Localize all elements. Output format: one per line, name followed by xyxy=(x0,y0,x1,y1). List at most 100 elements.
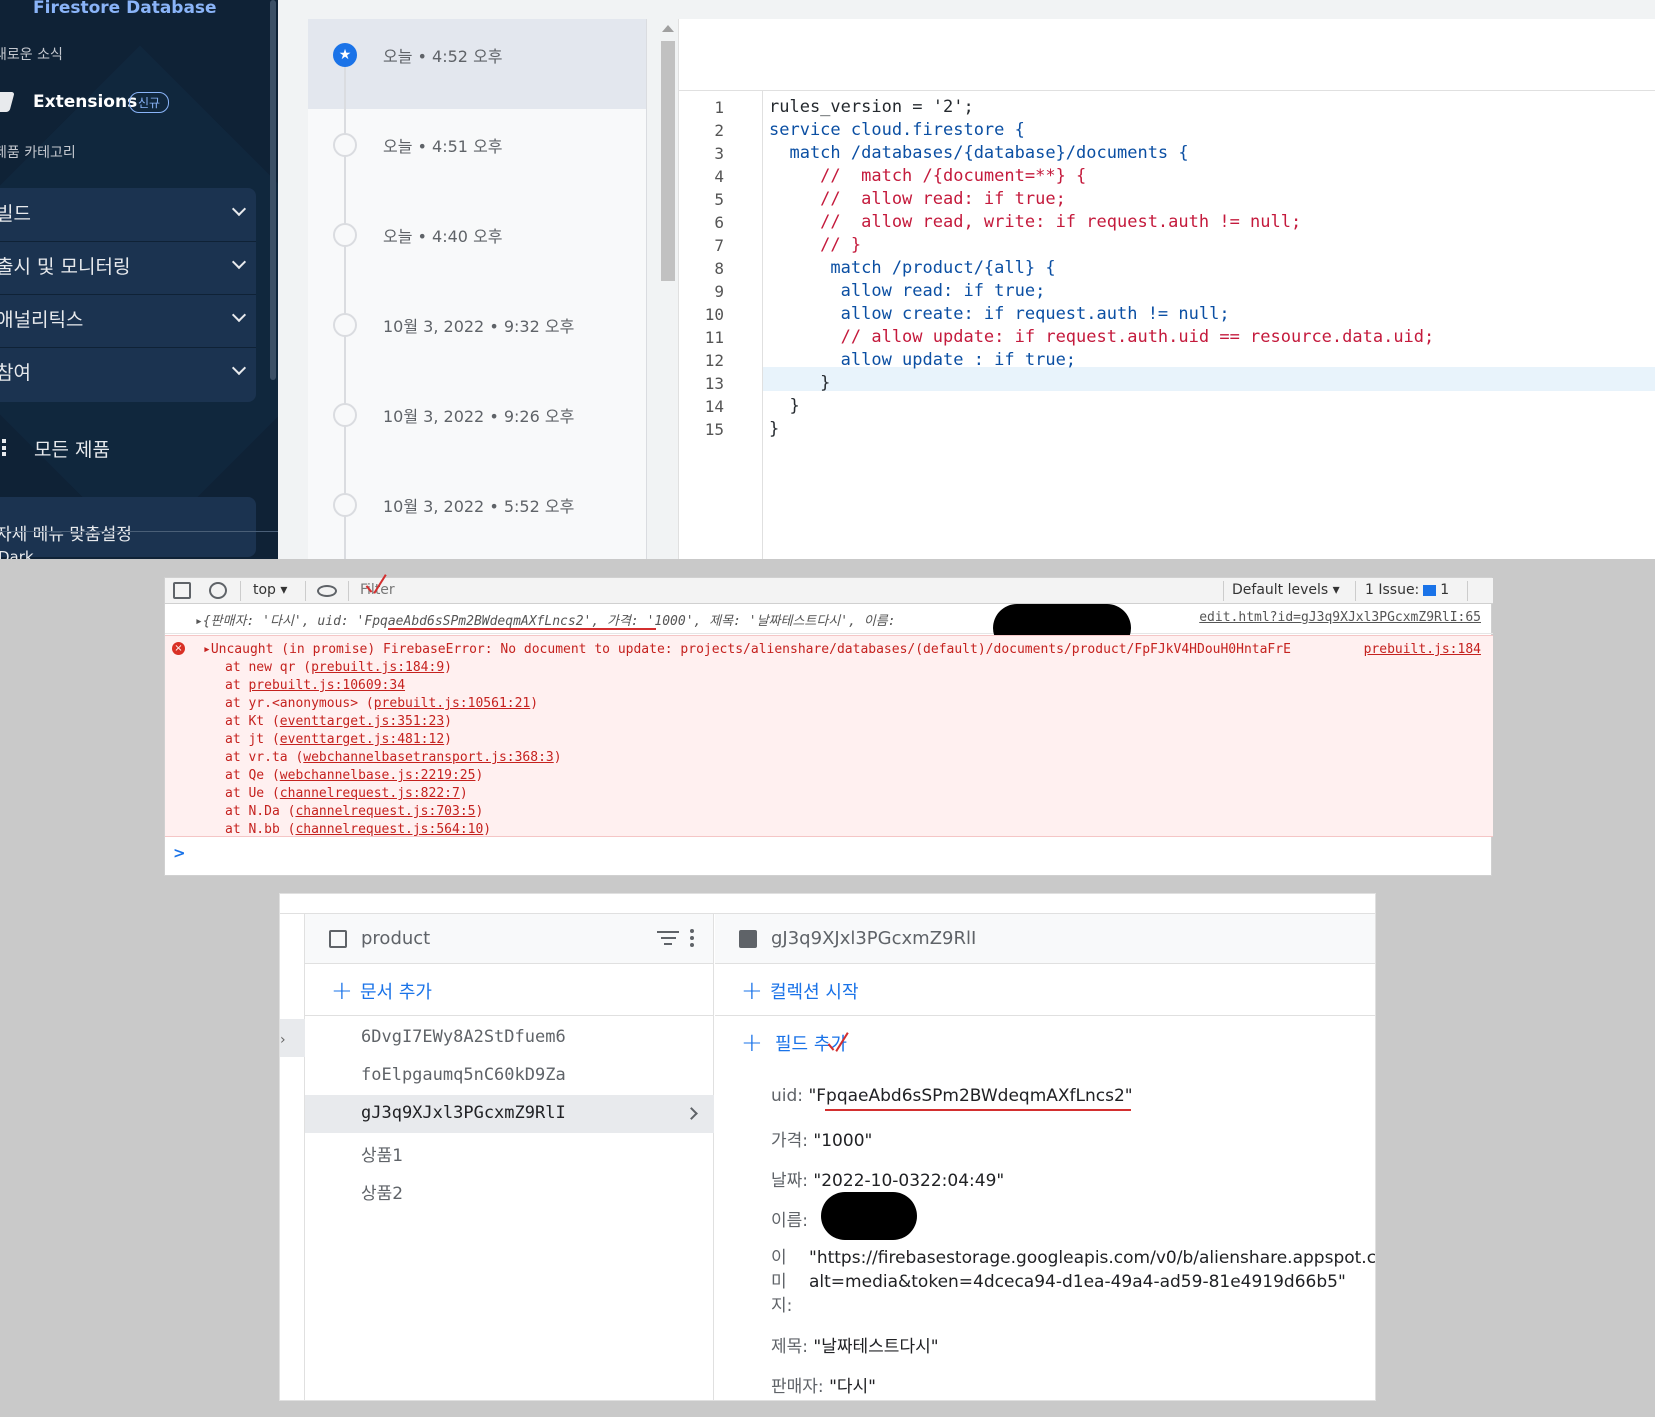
scroll-up-arrow-icon[interactable] xyxy=(662,25,674,32)
context-selector[interactable]: top ▾ xyxy=(253,582,287,598)
sidebar-scrollbar[interactable] xyxy=(270,0,276,380)
field-title[interactable]: 제목: "날짜테스트다시" xyxy=(771,1332,939,1357)
stack-fn: new qr xyxy=(248,660,296,675)
stack-location-link[interactable]: webchannelbase.js:2219:25 xyxy=(280,768,476,783)
section-label: 빌드 xyxy=(0,202,31,225)
field-uid[interactable]: uid: "FpqaeAbd6sSPm2BWdeqmAXfLncs2" xyxy=(771,1086,1133,1106)
puzzle-icon xyxy=(0,92,15,112)
line-number: 3 xyxy=(714,144,724,163)
plus-icon: + xyxy=(741,1028,763,1058)
history-item[interactable]: 10월 3, 2022 • 5:52 오후 xyxy=(308,481,638,559)
code-line: allow create: if request.auth != null; xyxy=(769,304,1230,324)
chevron-right-icon xyxy=(685,1107,698,1120)
document-list-item[interactable]: 상품2 xyxy=(305,1171,714,1209)
grid-icon xyxy=(0,439,10,457)
stack-location-link[interactable]: prebuilt.js:10561:21 xyxy=(374,696,531,711)
document-list-item[interactable]: 상품1 xyxy=(305,1133,714,1171)
sidebar-section-engage[interactable]: 참여 xyxy=(0,345,252,397)
document-list-item[interactable]: foElpgaumq5nC60kD9Za xyxy=(305,1057,714,1095)
issues-label: 1 Issue: xyxy=(1365,582,1420,598)
stack-fn: Ue xyxy=(248,786,265,801)
line-number: 8 xyxy=(714,259,724,278)
editor-toolbar xyxy=(679,19,1655,91)
collection-panel: product + 문서 추가 6DvgI7EWy8A2StDfuem6 foE… xyxy=(305,914,714,1400)
document-list-item[interactable]: 6DvgI7EWy8A2StDfuem6 xyxy=(305,1019,714,1057)
clear-console-icon[interactable] xyxy=(209,582,227,599)
stack-location-link[interactable]: eventtarget.js:351:23 xyxy=(280,714,444,729)
red-underline-annotation xyxy=(388,628,656,630)
chevron-right-icon: › xyxy=(280,1032,286,1048)
start-collection-button[interactable]: + 컬렉션 시작 xyxy=(715,964,1375,1016)
sidebar-all-products[interactable]: 모든 제품 xyxy=(34,435,110,462)
more-vert-icon[interactable] xyxy=(690,929,694,950)
sidebar-item-extensions[interactable]: Extensions xyxy=(33,92,137,112)
code-line: service cloud.firestore { xyxy=(769,120,1025,140)
field-name[interactable]: 이름: xyxy=(771,1206,808,1231)
stack-location-link[interactable]: channelrequest.js:703:5 xyxy=(295,804,475,819)
issues-button[interactable]: 1 Issue: 1 xyxy=(1365,582,1449,598)
sidebar-item-firestore[interactable]: Firestore Database xyxy=(33,0,217,18)
line-number: 15 xyxy=(704,420,724,439)
stack-location-link[interactable]: eventtarget.js:481:12 xyxy=(280,732,444,747)
history-item[interactable]: 오늘 • 4:40 오후 xyxy=(308,211,638,301)
code-line: match /product/{all} { xyxy=(769,258,1056,278)
console-log-row[interactable]: ▸{판매자: '다시', uid: 'FpqaeAbd6sSPm2BWdeqmA… xyxy=(165,604,1493,652)
sidebar-customize-menu[interactable]: 자세 메뉴 맞춤설정 xyxy=(0,520,132,545)
error-source-link[interactable]: prebuilt.js:184 xyxy=(1364,642,1481,657)
stack-fn: jt xyxy=(248,732,265,747)
context-label: top xyxy=(253,582,276,598)
history-label: 오늘 • 4:51 오후 xyxy=(383,137,503,156)
collection-icon xyxy=(329,930,347,948)
filter-icon[interactable] xyxy=(657,931,679,949)
field-price[interactable]: 가격: "1000" xyxy=(771,1126,872,1151)
add-field-button[interactable]: + 필드 추가 xyxy=(715,1016,1375,1066)
history-item[interactable]: 오늘 • 4:51 오후 xyxy=(308,121,638,211)
history-item[interactable]: 10월 3, 2022 • 9:32 오후 xyxy=(308,301,638,391)
chevron-down-icon xyxy=(231,360,247,376)
stack-fn: N.bb xyxy=(248,822,280,837)
section-label: 참여 xyxy=(0,361,31,384)
field-key: 이 미 지: xyxy=(771,1248,793,1316)
scrollbar-thumb[interactable] xyxy=(661,41,675,281)
field-seller[interactable]: 판매자: "다시" xyxy=(771,1372,876,1397)
code-comment-line: // allow read: if true; xyxy=(769,189,1066,209)
log-object-text[interactable]: ▸{판매자: '다시', uid: 'FpqaeAbd6sSPm2BWdeqmA… xyxy=(195,610,896,629)
document-id: 6DvgI7EWy8A2StDfuem6 xyxy=(361,1027,566,1047)
field-key: 판매자: xyxy=(771,1377,824,1397)
history-item[interactable]: ★ 오늘 • 4:52 오후 xyxy=(308,31,638,121)
code-content[interactable]: rules_version = '2'; service cloud.fires… xyxy=(763,91,1655,559)
sidebar-news-heading: 새로운 소식 xyxy=(0,47,63,63)
field-key: 날짜: xyxy=(771,1171,809,1191)
document-id: 상품1 xyxy=(361,1146,404,1166)
log-source-link[interactable]: edit.html?id=gJ3q9XJxl3PGcxmZ9RlI:65 xyxy=(1199,610,1481,625)
code-editor[interactable]: 1 2 3 4 5 6 7 8 9 10 11 12 13 14 15 rule… xyxy=(678,19,1655,559)
line-number: 7 xyxy=(714,236,724,255)
sidebar-section-release-monitor[interactable]: 출시 및 모니터링 xyxy=(0,239,252,291)
sidebar-theme-toggle-label[interactable]: Dark xyxy=(0,548,34,559)
chevron-down-icon xyxy=(231,307,247,323)
rules-history-list: ★ 오늘 • 4:52 오후 오늘 • 4:51 오후 오늘 • 4:40 오후… xyxy=(308,19,647,559)
history-item[interactable]: 10월 3, 2022 • 9:26 오후 xyxy=(308,391,638,481)
console-prompt[interactable]: > xyxy=(173,844,186,862)
sidebar-section-build[interactable]: 빌드 xyxy=(0,186,252,238)
sidebar-section-analytics[interactable]: 애널리틱스 xyxy=(0,292,252,344)
field-value: "2022-10-0322:04:49" xyxy=(813,1171,1005,1191)
stack-frame: at N.Da (channelrequest.js:703:5) xyxy=(225,804,484,819)
divider xyxy=(1223,581,1224,601)
sidebar-toggle-icon[interactable] xyxy=(173,582,191,599)
log-levels-dropdown[interactable]: Default levels ▾ xyxy=(1232,582,1340,598)
add-document-button[interactable]: + 문서 추가 xyxy=(305,964,713,1016)
error-message[interactable]: ▸Uncaught (in promise) FirebaseError: No… xyxy=(203,642,1291,657)
eye-icon[interactable] xyxy=(317,585,337,597)
stack-location-link[interactable]: channelrequest.js:564:10 xyxy=(295,822,483,837)
stack-location-link[interactable]: prebuilt.js:10609:34 xyxy=(248,678,405,693)
stack-location-link[interactable]: prebuilt.js:184:9 xyxy=(311,660,444,675)
timeline-dot-icon xyxy=(333,313,357,337)
divider xyxy=(240,581,241,601)
stack-location-link[interactable]: channelrequest.js:822:7 xyxy=(280,786,460,801)
history-scrollbar[interactable] xyxy=(656,19,678,559)
stack-location-link[interactable]: webchannelbasetransport.js:368:3 xyxy=(303,750,553,765)
field-date[interactable]: 날짜: "2022-10-0322:04:49" xyxy=(771,1166,1004,1191)
firestore-data-viewer: › product + 문서 추가 6DvgI7EWy8A2StDfuem6 f… xyxy=(279,893,1376,1401)
document-list-item-selected[interactable]: gJ3q9XJxl3PGcxmZ9RlI xyxy=(305,1095,714,1133)
